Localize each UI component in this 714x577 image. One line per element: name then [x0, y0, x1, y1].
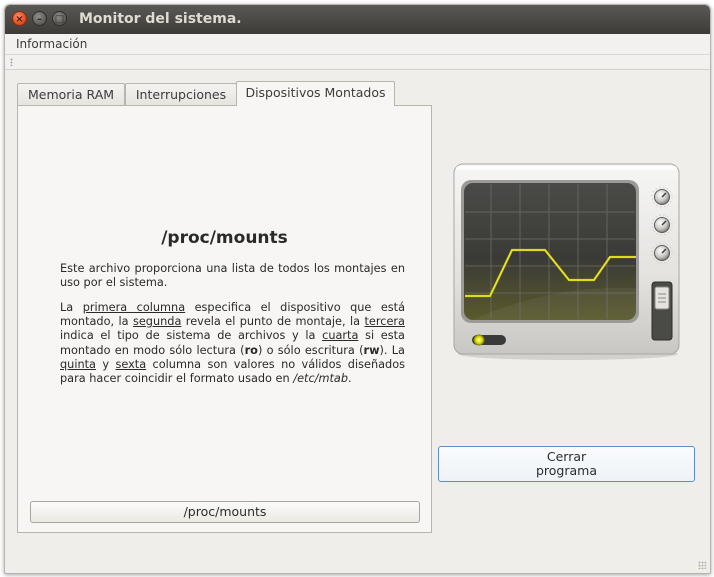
tab-panel-mounts: /proc/mounts Este archivo proporciona un…	[17, 105, 432, 533]
text-run: indica el tipo de sistema de archivos y …	[60, 329, 323, 343]
tab-memoria-ram[interactable]: Memoria RAM	[17, 83, 125, 105]
description-paragraph: Este archivo proporciona una lista de to…	[60, 262, 405, 290]
italic-term: /etc/mtab	[293, 372, 348, 386]
underlined-term: segunda	[132, 315, 182, 329]
window-maximize-button[interactable]: □	[52, 11, 67, 26]
text-run: y	[95, 357, 116, 371]
toolbar-grip-handle[interactable]	[10, 58, 13, 66]
close-program-button[interactable]: Cerrar programa	[438, 446, 695, 482]
window-minimize-button[interactable]: –	[32, 11, 47, 26]
proc-mounts-button[interactable]: /proc/mounts	[30, 501, 420, 523]
bold-term: rw	[363, 343, 380, 357]
system-monitor-icon	[453, 163, 680, 360]
menu-bar: Información	[5, 34, 710, 55]
tab-interrupciones[interactable]: Interrupciones	[125, 83, 237, 105]
underlined-term: quinta	[60, 357, 96, 371]
title-bar[interactable]: × – □ Monitor del sistema.	[5, 5, 710, 34]
window-close-button[interactable]: ×	[12, 11, 27, 26]
text-run: ) o sólo escritura (	[257, 343, 364, 357]
underlined-term: tercera	[364, 315, 405, 329]
close-program-label-line1: Cerrar	[546, 449, 587, 464]
underlined-term: primera columna	[82, 301, 186, 314]
window-title: Monitor del sistema.	[79, 11, 242, 27]
columns-paragraph: La primera columna especifica el disposi…	[60, 301, 405, 386]
text-run: ). La	[379, 343, 405, 357]
text-run: .	[348, 372, 352, 386]
toolbar-strip	[5, 55, 710, 70]
window-resize-grip[interactable]	[698, 561, 706, 569]
page-title: /proc/mounts	[161, 228, 288, 248]
tab-dispositivos-montados[interactable]: Dispositivos Montados	[236, 81, 395, 106]
text-run: La	[60, 301, 83, 314]
text-run: revela el punto de montaje, la	[181, 315, 365, 329]
application-window: × – □ Monitor del sistema. Información M…	[4, 4, 711, 574]
underlined-term: sexta	[115, 357, 147, 371]
menu-informacion[interactable]: Información	[16, 37, 87, 51]
bold-term: ro	[244, 343, 258, 357]
underlined-term: cuarta	[322, 329, 359, 343]
close-program-label-line2: programa	[535, 463, 598, 478]
